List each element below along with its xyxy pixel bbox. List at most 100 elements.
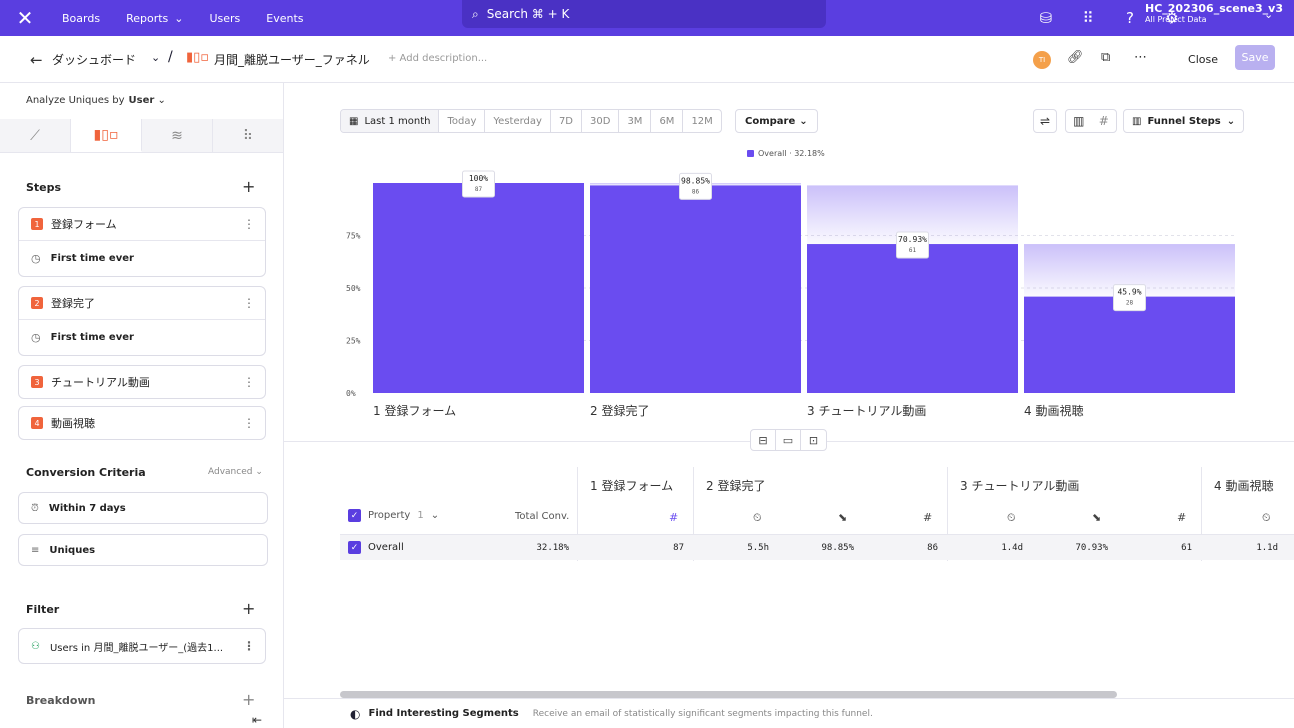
apps-grid-icon[interactable]: ⠿ bbox=[1076, 6, 1100, 30]
step-4-box[interactable]: 4 動画視聴 ⋮ bbox=[18, 406, 266, 440]
step-label: 動画視聴 bbox=[51, 417, 95, 430]
x-category-label: 2 登録完了 bbox=[590, 403, 649, 418]
hash-icon[interactable]: # bbox=[1177, 511, 1186, 524]
table-cell: 61 bbox=[1181, 543, 1192, 553]
chevron-down-icon[interactable]: ⌄ bbox=[151, 51, 160, 64]
filter-title: Filter bbox=[26, 603, 60, 616]
step-filter[interactable]: First time ever bbox=[51, 253, 134, 264]
step-3-box[interactable]: 3 チュートリアル動画 ⋮ bbox=[18, 365, 266, 399]
find-segments-link[interactable]: Find Interesting Segments bbox=[368, 708, 518, 719]
step-column-header[interactable]: 2 登録完了 bbox=[706, 477, 765, 494]
analyze-uniques-by[interactable]: Analyze Uniques by User ⌄ bbox=[26, 95, 166, 106]
step-number: 2 bbox=[31, 297, 43, 309]
project-sub: All Project Data bbox=[1145, 15, 1207, 24]
conversion-criteria-title: Conversion Criteria bbox=[26, 466, 146, 479]
total-conv-cell: 32.18% bbox=[536, 543, 569, 553]
conversion-rate-icon[interactable]: ⬊ bbox=[838, 511, 847, 524]
search-input[interactable]: ⌕ Search ⌘ + K bbox=[462, 0, 826, 28]
step-1-box[interactable]: 1 登録フォーム ⋮ ◷ First time ever bbox=[18, 207, 266, 277]
breadcrumb-separator: / bbox=[168, 49, 173, 65]
save-button[interactable]: Save bbox=[1235, 45, 1275, 70]
chevron-down-icon[interactable]: ⌄ bbox=[1264, 8, 1273, 21]
tab-flows[interactable]: ≋ bbox=[142, 119, 213, 152]
table-only-icon[interactable]: ⊡ bbox=[801, 430, 826, 450]
more-icon[interactable]: ⋯ bbox=[1134, 50, 1147, 65]
line-chart-icon: ⟋ bbox=[30, 127, 40, 144]
add-breakdown-button[interactable]: + bbox=[242, 690, 255, 709]
kebab-menu-icon[interactable]: ⋮ bbox=[243, 416, 255, 430]
tab-insights[interactable]: ⟋ bbox=[0, 119, 71, 152]
table-cell: 98.85% bbox=[821, 543, 854, 553]
kebab-menu-icon[interactable]: ⋮ bbox=[243, 296, 255, 310]
collapse-sidebar-icon[interactable]: ⇤ bbox=[252, 713, 262, 727]
segments-footer: ◐ Find Interesting Segments Receive an e… bbox=[284, 698, 1294, 728]
close-button[interactable]: Close bbox=[1184, 48, 1222, 70]
help-icon[interactable]: ? bbox=[1118, 6, 1142, 30]
time-icon[interactable]: ⏲︎ bbox=[1262, 511, 1271, 525]
property-header[interactable]: ✓ Property 1 ⌄ bbox=[348, 509, 439, 522]
back-arrow-icon[interactable]: ← bbox=[30, 51, 43, 69]
step-column-header[interactable]: 4 動画視聴 bbox=[1214, 477, 1273, 494]
counting-method[interactable]: ≡ Uniques bbox=[18, 534, 268, 566]
nav-users[interactable]: Users bbox=[209, 12, 240, 25]
mixpanel-logo-icon[interactable]: ✕ bbox=[0, 0, 50, 36]
database-icon[interactable]: ⛁ bbox=[1034, 6, 1058, 30]
bar-value-label: 100% bbox=[469, 174, 488, 183]
filter-item[interactable]: ⚇ Users in 月間_離脱ユーザー_(過去1... ⋮ bbox=[18, 628, 266, 664]
checkbox-checked-icon[interactable]: ✓ bbox=[348, 541, 361, 554]
step-label: 登録フォーム bbox=[51, 218, 117, 231]
kebab-menu-icon[interactable]: ⋮ bbox=[243, 375, 255, 389]
kebab-menu-icon[interactable]: ⋮ bbox=[243, 639, 255, 653]
table-row[interactable]: ✓ Overall 32.18% 87 5.5h 98.85% 86 1.4d 7… bbox=[340, 534, 1294, 560]
add-step-button[interactable]: + bbox=[242, 177, 255, 196]
search-placeholder: Search ⌘ + K bbox=[486, 7, 570, 21]
chevron-down-icon: ⌄ bbox=[157, 95, 166, 106]
tab-funnels[interactable]: ▮▯▫ bbox=[71, 119, 142, 152]
chart-only-icon[interactable]: ▭ bbox=[776, 430, 801, 450]
x-category-label: 1 登録フォーム bbox=[373, 403, 456, 418]
add-filter-button[interactable]: + bbox=[242, 599, 255, 618]
duplicate-icon[interactable]: ⧉ bbox=[1101, 50, 1110, 65]
x-category-label: 3 チュートリアル動画 bbox=[807, 404, 926, 418]
kebab-menu-icon[interactable]: ⋮ bbox=[243, 217, 255, 231]
step-column-header[interactable]: 3 チュートリアル動画 bbox=[960, 477, 1079, 494]
bar-value-label: 98.85% bbox=[681, 176, 710, 185]
time-icon[interactable]: ⏲︎ bbox=[753, 511, 762, 525]
hash-icon[interactable]: # bbox=[669, 511, 678, 524]
time-icon[interactable]: ⏲︎ bbox=[1007, 511, 1016, 525]
find-segments-desc: Receive an email of statistically signif… bbox=[532, 708, 873, 719]
report-title[interactable]: 月間_離脱ユーザー_ファネル bbox=[214, 51, 370, 68]
report-type-tabs: ⟋ ▮▯▫ ≋ ⠷ bbox=[0, 119, 284, 153]
table-cell: 1.1d bbox=[1256, 543, 1278, 553]
conversion-rate-icon[interactable]: ⬊ bbox=[1092, 511, 1101, 524]
split-view-icon[interactable]: ⊟ bbox=[751, 430, 776, 450]
chevron-down-icon: ⌄ bbox=[174, 11, 184, 25]
chevron-down-icon: ⌄ bbox=[430, 510, 440, 521]
funnel-icon: ▮▯▫ bbox=[93, 126, 119, 143]
bar-count-label: 87 bbox=[475, 186, 483, 193]
checkbox-checked-icon[interactable]: ✓ bbox=[348, 509, 361, 522]
nav-events[interactable]: Events bbox=[266, 12, 303, 25]
nav-boards[interactable]: Boards bbox=[62, 12, 100, 25]
conversion-window[interactable]: ⏰︎ Within 7 days bbox=[18, 492, 268, 524]
total-conv-header[interactable]: Total Conv. bbox=[515, 511, 569, 522]
funnel-chart: 0% 25% 50% 75% 100% 87 1 登録フォーム 98.85% 86 2 登録完了 7… bbox=[346, 170, 1235, 418]
link-icon[interactable]: 🔗︎ bbox=[1067, 50, 1084, 65]
table-cell: 70.93% bbox=[1075, 543, 1108, 553]
layout-toggle: ⊟ ▭ ⊡ bbox=[750, 429, 827, 451]
nav-reports[interactable]: Reports ⌄ bbox=[126, 12, 183, 25]
step-number: 3 bbox=[31, 376, 43, 388]
advanced-toggle[interactable]: Advanced ⌄ bbox=[208, 467, 263, 477]
horizontal-scrollbar[interactable] bbox=[340, 691, 1117, 698]
project-selector[interactable]: HC_202306_scene3_v3 All Project Data bbox=[1145, 2, 1283, 24]
tab-retention[interactable]: ⠷ bbox=[213, 119, 284, 152]
hash-icon[interactable]: # bbox=[923, 511, 932, 524]
filter-label: Users in 月間_離脱ユーザー_(過去1... bbox=[49, 642, 224, 654]
step-2-box[interactable]: 2 登録完了 ⋮ ◷ First time ever bbox=[18, 286, 266, 356]
breadcrumb-dashboard[interactable]: ダッシュボード bbox=[52, 51, 136, 68]
step-column-header[interactable]: 1 登録フォーム bbox=[590, 477, 673, 494]
add-description-link[interactable]: + Add description... bbox=[388, 53, 487, 64]
cohort-icon: ⚇ bbox=[31, 640, 40, 652]
avatar[interactable]: TI bbox=[1033, 51, 1051, 69]
step-filter[interactable]: First time ever bbox=[51, 332, 134, 343]
